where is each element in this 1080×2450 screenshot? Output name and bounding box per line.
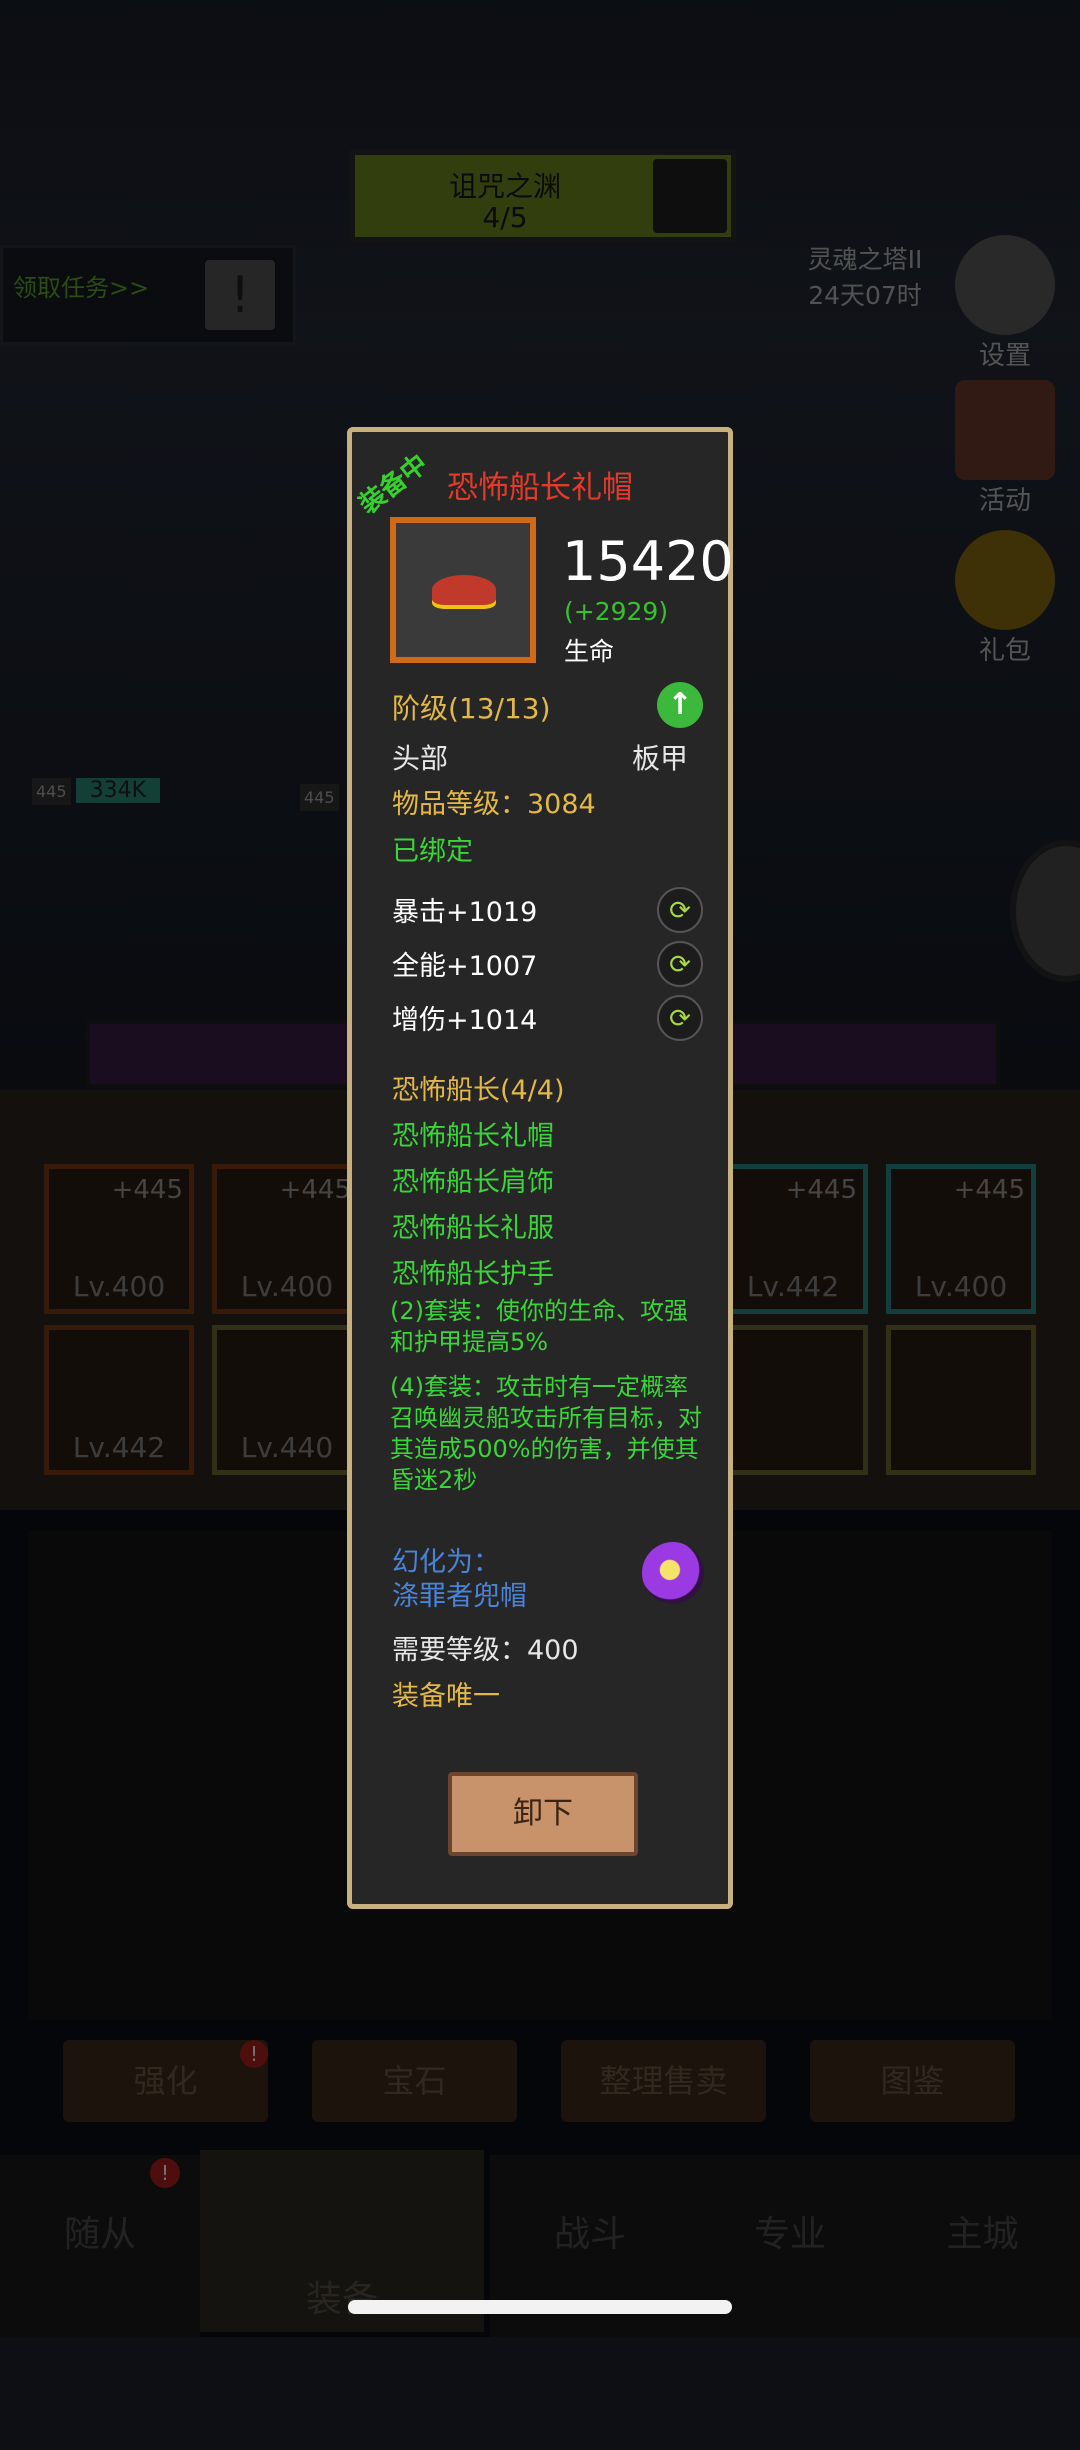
set-piece: 恐怖船长礼服 [392, 1213, 554, 1244]
reroll-icon[interactable]: ⟳ [657, 887, 703, 933]
primary-stat-label: 生命 [564, 637, 615, 666]
equip-slot-mainhand[interactable]: +445 Lv.442 [718, 1164, 868, 1314]
task-panel[interactable]: 领取任务>> ! [0, 245, 296, 345]
settings-label: 设置 [978, 341, 1031, 371]
item-bound: 已绑定 [392, 836, 473, 867]
followers-alert-icon: ! [150, 2158, 180, 2188]
gear-icon [955, 235, 1055, 335]
stage-banner[interactable]: 诅咒之渊 4/5 [350, 150, 736, 242]
set-piece: 恐怖船长肩饰 [392, 1167, 554, 1198]
activity-label: 活动 [978, 486, 1031, 516]
slot-plus: +445 [111, 1175, 183, 1205]
tower-info[interactable]: 灵魂之塔II 24天07时 [790, 240, 940, 312]
task-label: 领取任务>> [13, 274, 150, 302]
equip-slot-shoulder[interactable]: +445 Lv.400 [212, 1164, 362, 1314]
item-slot-type: 头部 [392, 742, 449, 775]
stage-name: 诅咒之渊 [448, 170, 561, 203]
slot-plus: +445 [785, 1175, 857, 1205]
equip-slot-trinket[interactable]: Lv.442 [44, 1325, 194, 1475]
nav-main-city[interactable]: 主城 [885, 2155, 1080, 2337]
slot-level: Lv.442 [72, 1431, 166, 1464]
hero-level-badge: 445 [32, 778, 71, 805]
affix-damage: 增伤+1014 [392, 1005, 538, 1036]
item-tier: 阶级(13/13) [392, 692, 551, 725]
affix-versatility: 全能+1007 [392, 951, 538, 982]
item-tooltip: 装备中 恐怖船长礼帽 15420 (+2929) 生命 阶级(13/13) ↑ … [347, 427, 734, 1909]
home-indicator[interactable] [348, 2300, 732, 2314]
set-bonus-2: (2)套装：使你的生命、攻强和护甲提高5% [390, 1297, 688, 1356]
gift-icon [955, 530, 1055, 630]
set-bonus-4: (4)套装：攻击时有一定概率召唤幽灵船攻击所有目标，对其造成500%的伤害，并使… [390, 1373, 702, 1494]
item-name: 恐怖船长礼帽 [447, 470, 633, 506]
gem-button[interactable]: 宝石 [312, 2040, 517, 2122]
tower-name: 灵魂之塔II [807, 245, 923, 274]
gift-button[interactable]: 礼包 [950, 530, 1060, 667]
equip-slot-ring[interactable]: Lv.440 [212, 1325, 362, 1475]
required-level: 需要等级：400 [392, 1635, 579, 1666]
enhance-alert-icon: ! [240, 2040, 268, 2068]
equip-slot-chest[interactable] [718, 1325, 868, 1475]
set-name: 恐怖船长(4/4) [392, 1075, 565, 1106]
task-alert-icon[interactable]: ! [205, 260, 275, 330]
equip-slot-offhand[interactable]: +445 Lv.400 [886, 1164, 1036, 1314]
set-piece: 恐怖船长礼帽 [392, 1121, 554, 1152]
hero-hp-value: 334K [75, 778, 161, 803]
stage-swap-icon[interactable] [653, 159, 727, 233]
equip-slot-gem[interactable] [886, 1325, 1036, 1475]
primary-stat-value: 15420 [562, 530, 734, 593]
activity-button[interactable]: 活动 [950, 380, 1060, 517]
slot-level: Lv.442 [746, 1270, 840, 1303]
auto-battle-gear-icon[interactable] [1010, 840, 1080, 982]
set-piece: 恐怖船长护手 [392, 1259, 554, 1290]
slot-level: Lv.400 [240, 1270, 334, 1303]
hero2-level-badge: 445 [300, 784, 339, 811]
slot-plus: +445 [279, 1175, 351, 1205]
transmog-name: 涤罪者兜帽 [392, 1581, 527, 1612]
transmog-orb-icon[interactable] [642, 1542, 704, 1604]
slot-level: Lv.400 [72, 1270, 166, 1303]
unique-equipped: 装备唯一 [392, 1681, 500, 1712]
enhance-button[interactable]: 强化 [63, 2040, 268, 2122]
slot-level: Lv.440 [240, 1431, 334, 1464]
reroll-icon[interactable]: ⟳ [657, 941, 703, 987]
slot-plus: +445 [953, 1175, 1025, 1205]
item-icon-frame [390, 517, 536, 663]
slot-level: Lv.400 [914, 1270, 1008, 1303]
captain-hat-icon [432, 575, 496, 605]
codex-button[interactable]: 图鉴 [810, 2040, 1015, 2122]
reroll-icon[interactable]: ⟳ [657, 995, 703, 1041]
upgrade-arrow-icon[interactable]: ↑ [657, 682, 703, 728]
stage-progress: 4/5 [482, 201, 528, 234]
sort-sell-button[interactable]: 整理售卖 [561, 2040, 766, 2122]
unequip-button[interactable]: 卸下 [448, 1772, 638, 1856]
hero-hp-bar: 445 334K [32, 778, 178, 808]
item-level: 物品等级：3084 [392, 789, 596, 820]
equip-slot-head[interactable]: +445 Lv.400 [44, 1164, 194, 1314]
affix-crit: 暴击+1019 [392, 897, 538, 928]
settings-button[interactable]: 设置 [950, 235, 1060, 372]
tower-timer: 24天07时 [808, 281, 922, 310]
primary-stat-increase: (+2929) [564, 597, 669, 626]
calendar-icon [955, 380, 1055, 480]
item-armor-type: 板甲 [631, 742, 688, 775]
gift-label: 礼包 [978, 636, 1031, 666]
